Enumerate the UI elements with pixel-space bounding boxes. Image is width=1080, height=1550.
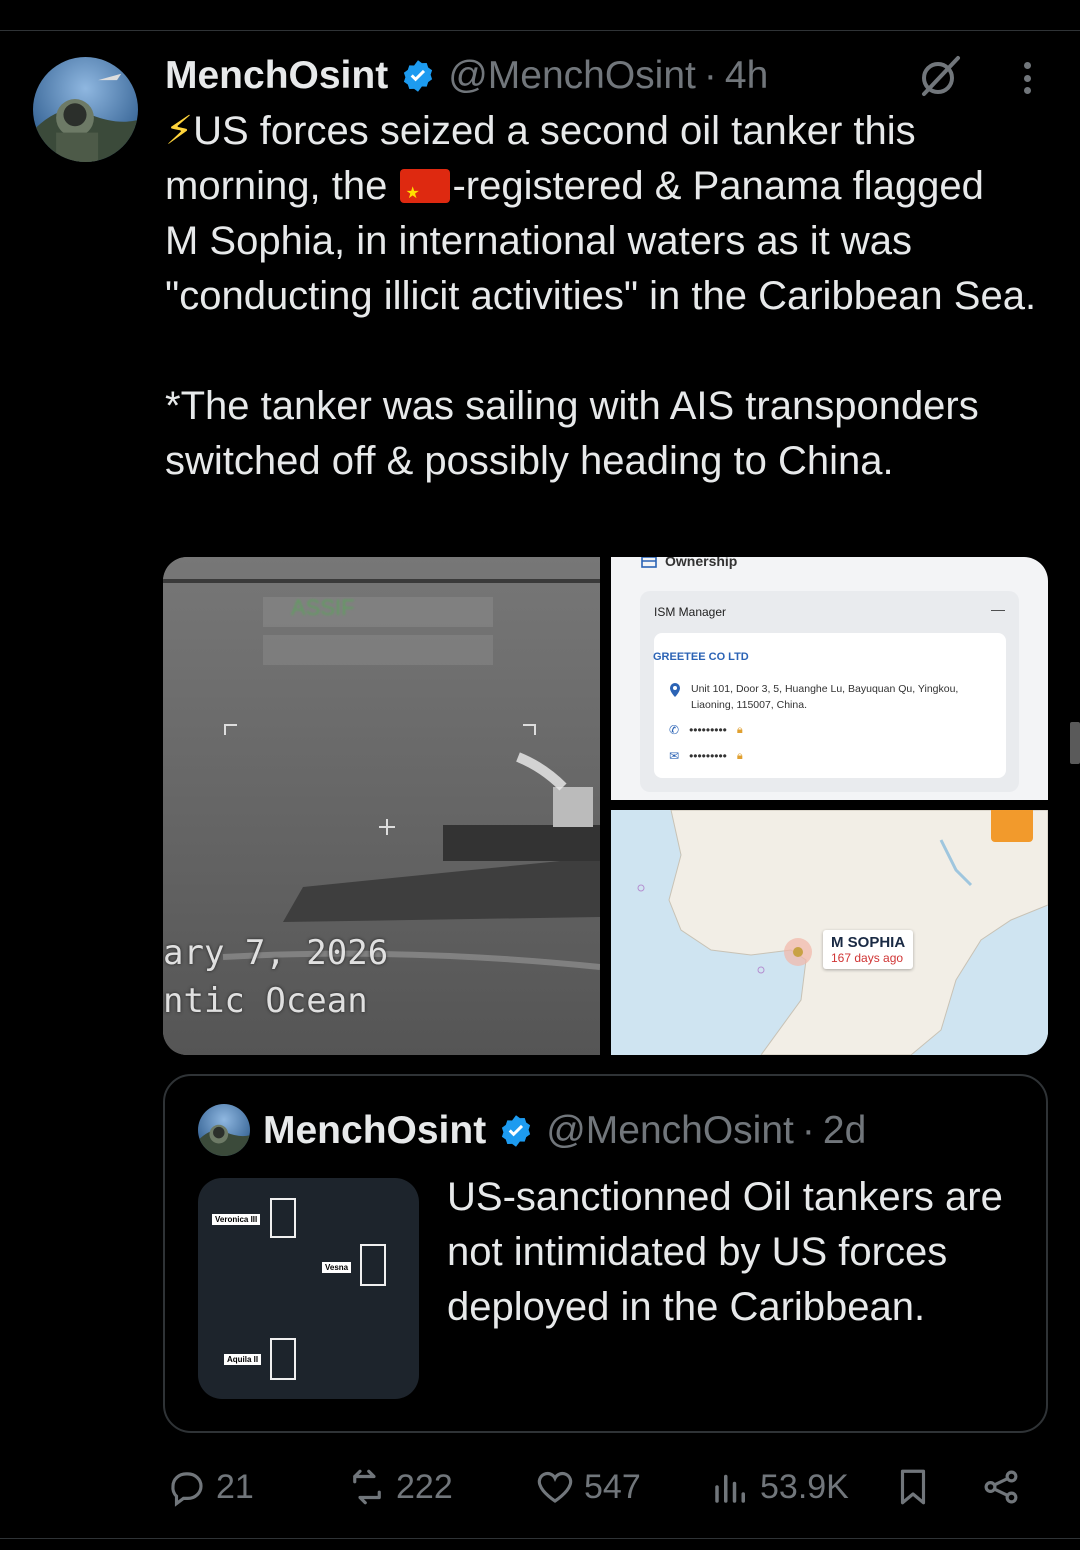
- quoted-handle: @MenchOsint: [546, 1109, 794, 1152]
- phone-icon: ✆: [669, 723, 680, 737]
- ism-manager-label: ISM Manager: [654, 605, 727, 619]
- author-handle[interactable]: @MenchOsint: [448, 54, 696, 98]
- vessel-box: [270, 1198, 296, 1238]
- repost-icon: [353, 1469, 381, 1505]
- bookmark-icon: [900, 1469, 926, 1505]
- map-expand-icon[interactable]: [991, 810, 1033, 842]
- mail-icon: ✉: [669, 749, 680, 763]
- location-pin-icon: [670, 683, 680, 697]
- classification-banner: ASSIF: [291, 595, 355, 620]
- company-address: Unit 101, Door 3, 5, Huanghe Lu, Bayuqua…: [691, 683, 959, 711]
- scrollbar-thumb[interactable]: [1070, 722, 1080, 764]
- lock-icon: 🔒︎: [736, 749, 743, 762]
- quoted-satellite-image: Veronica III Vesna Aquila II: [198, 1178, 419, 1399]
- bottom-divider: [0, 1538, 1080, 1539]
- author-name[interactable]: MenchOsint: [165, 54, 388, 98]
- verified-badge-icon: [502, 1115, 531, 1147]
- views-button[interactable]: 53.9K: [710, 1460, 849, 1514]
- phone-masked: •••••••••: [689, 723, 727, 737]
- separator-dot: ·: [801, 1109, 815, 1152]
- avatar-image: [198, 1104, 250, 1156]
- vessel-last-seen: 167 days ago: [831, 951, 904, 965]
- analytics-icon: [715, 1474, 745, 1503]
- verified-badge-icon[interactable]: [400, 58, 436, 94]
- more-options-icon[interactable]: [1010, 58, 1044, 98]
- quoted-header: MenchOsint @MenchOsint · 2d: [263, 1106, 866, 1156]
- heart-icon: [537, 1471, 573, 1503]
- tweet-timestamp[interactable]: 4h: [725, 54, 768, 98]
- email-masked: •••••••••: [689, 749, 727, 763]
- separator-dot: ·: [703, 54, 717, 97]
- lightning-emoji: ⚡: [165, 109, 194, 153]
- quoted-timestamp: 2d: [822, 1109, 867, 1152]
- building-icon: [641, 557, 657, 568]
- collapse-icon: —: [991, 601, 1005, 617]
- vessel-box: [270, 1338, 296, 1380]
- view-count: 53.9K: [760, 1467, 849, 1506]
- ownership-section: Ownership: [641, 557, 737, 569]
- tweet-body-rest: M Sophia, in international waters as it …: [165, 219, 1037, 318]
- tweet-header: MenchOsint @MenchOsint · 4h: [165, 52, 768, 100]
- vessel-map-image[interactable]: M SOPHIA 167 days ago: [611, 810, 1048, 1055]
- tweet-text: ⚡US forces seized a second oil tanker th…: [165, 104, 1055, 489]
- reply-button[interactable]: 21: [166, 1460, 254, 1514]
- quoted-author-name: MenchOsint: [263, 1109, 487, 1152]
- ownership-title: Ownership: [665, 557, 738, 569]
- vessel-label: M SOPHIA 167 days ago: [823, 930, 914, 969]
- quoted-text: US-sanctionned Oil tankers are not intim…: [447, 1175, 1003, 1329]
- quoted-author-avatar[interactable]: [198, 1104, 250, 1156]
- china-flag-icon: [400, 166, 451, 221]
- tweet-line-1: US forces seized a second oil tanker thi…: [193, 109, 916, 153]
- repost-count: 222: [396, 1467, 453, 1506]
- vessel-name: M SOPHIA: [831, 934, 906, 951]
- action-bar: 21 222 547 53.9K: [0, 1460, 1080, 1514]
- reply-icon: [171, 1472, 203, 1507]
- vessel-box: [360, 1244, 386, 1286]
- flir-location-overlay: ntic Ocean: [163, 981, 368, 1021]
- repost-button[interactable]: 222: [346, 1460, 453, 1514]
- share-button[interactable]: [980, 1460, 1022, 1514]
- email-row: ✉ ••••••••• 🔒︎: [669, 749, 743, 763]
- flir-footage-image[interactable]: ASSIF ary 7, 2026 ntic Ocean: [163, 557, 600, 1055]
- quoted-tweet[interactable]: MenchOsint @MenchOsint · 2d Veronica III…: [163, 1074, 1048, 1433]
- media-grid: ASSIF ary 7, 2026 ntic Ocean Ownership I…: [163, 557, 1048, 1055]
- bookmark-button[interactable]: [892, 1460, 934, 1514]
- vessel-tag: Veronica III: [212, 1214, 261, 1225]
- author-avatar[interactable]: [33, 57, 138, 162]
- phone-row: ✆ ••••••••• 🔒︎: [669, 723, 743, 737]
- tweet-line-2b: -registered & Panama flagged: [452, 164, 984, 208]
- tweet-paragraph-2: *The tanker was sailing with AIS transpo…: [165, 384, 979, 483]
- lock-icon: 🔒︎: [736, 723, 743, 736]
- tweet-line-2a: morning, the: [165, 164, 399, 208]
- avatar-image: [33, 57, 138, 162]
- ownership-screenshot[interactable]: Ownership ISM Manager — GREETEE CO LTD U…: [611, 557, 1048, 800]
- reply-count: 21: [216, 1467, 254, 1506]
- top-divider: [0, 30, 1080, 31]
- company-name: GREETEE CO LTD: [653, 651, 749, 663]
- grok-icon[interactable]: [916, 52, 964, 100]
- vessel-tag: Aquila II: [224, 1354, 262, 1365]
- like-count: 547: [584, 1467, 641, 1506]
- vessel-tag: Vesna: [322, 1262, 352, 1273]
- share-icon: [984, 1470, 1018, 1504]
- flir-date-overlay: ary 7, 2026: [163, 933, 389, 973]
- like-button[interactable]: 547: [534, 1460, 641, 1514]
